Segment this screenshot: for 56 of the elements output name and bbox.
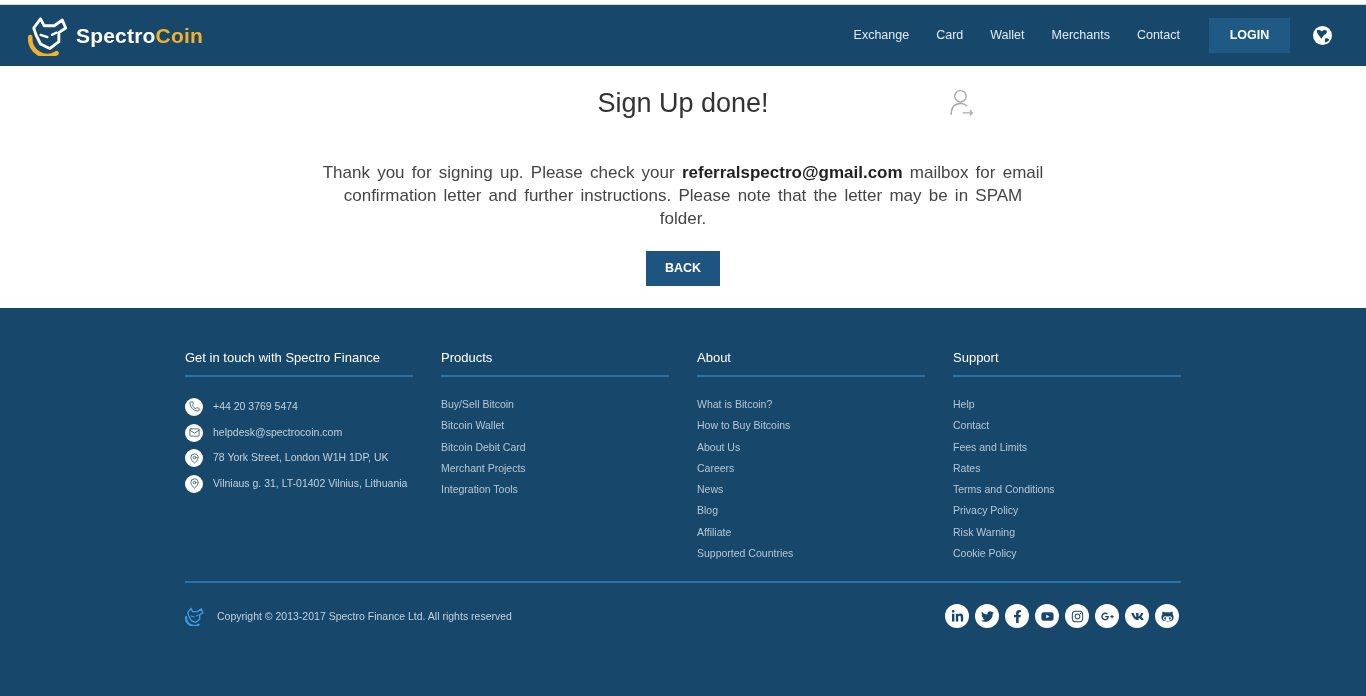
footer-link[interactable]: News [697,479,724,501]
youtube-icon[interactable] [1035,604,1059,629]
facebook-icon[interactable] [1005,604,1029,629]
github-icon[interactable] [1155,604,1179,629]
footer-link[interactable]: Terms and Conditions [953,479,1055,501]
nav-link[interactable]: Card [936,26,964,45]
phone-icon [185,397,203,416]
logo-wordmark[interactable]: SpectroCoin [76,19,204,52]
map-pin-icon [185,474,203,493]
instagram-icon[interactable] [1065,604,1089,629]
footer-link[interactable]: Supported Countries [697,543,794,565]
footer-link[interactable]: Integration Tools [441,479,518,501]
footer-link[interactable]: Rates [953,457,981,480]
copyright-text: Copyright © 2013-2017 Spectro Finance Ltd. All rights reserved [217,608,512,624]
login-button[interactable]: LOGIN [1209,18,1290,53]
contact-text[interactable]: helpdesk@spectrocoin.com [213,424,343,441]
footer-link[interactable]: Bitcoin Debit Card [441,436,526,458]
footer-link[interactable]: Cookie Policy [953,543,1017,565]
footer-link[interactable]: How to Buy Bitcoins [697,415,791,437]
column-heading: Support [953,350,999,366]
confirmation-message: Thank you for signing up. Please check your referralspectro@gmail.com mailbox for email confirmation letter and further instructions. Please note that the letter may be in SPAM folder. [321,162,1045,230]
footer-link[interactable]: Risk Warning [953,521,1016,544]
nav-link[interactable]: Merchants [1051,26,1110,45]
bull-logo-icon[interactable] [28,15,68,56]
footer-link[interactable]: Affiliate [697,521,732,544]
footer-link[interactable]: Buy/Sell Bitcoin [441,394,514,416]
page-title: Sign Up done! [597,87,769,119]
nav-link[interactable]: Wallet [990,26,1025,45]
footer-link[interactable]: What is Bitcoin? [697,394,773,416]
footer-link[interactable]: Merchant Projects [441,457,526,480]
nav-link[interactable]: Exchange [853,26,910,45]
column-heading: About [697,350,731,366]
footer-link[interactable]: Blog [697,500,718,522]
twitter-icon[interactable] [975,604,999,629]
footer-link[interactable]: Privacy Policy [953,500,1019,522]
bull-logo-icon [185,606,204,626]
contact-text: Vilniaus g. 31, LT-01402 Vilnius, Lithuania [213,476,408,492]
footer-link[interactable]: Help [953,394,975,416]
user-arrow-icon [949,89,974,117]
footer-link[interactable]: Bitcoin Wallet [441,415,505,437]
linkedin-icon[interactable] [945,604,969,629]
envelope-icon [185,423,203,442]
column-heading: Products [441,350,493,366]
back-button[interactable]: BACK [646,251,720,286]
footer-link[interactable]: Contact [953,415,990,437]
contact-text: +44 20 3769 5474 [213,398,298,414]
contact-text: 78 York Street, London W1H 1DP, UK [213,450,389,466]
map-pin-icon [185,449,203,468]
google-plus-icon[interactable] [1095,604,1119,629]
footer-link[interactable]: Careers [697,457,735,480]
footer-link[interactable]: Fees and Limits [953,436,1028,458]
nav-link[interactable]: Contact [1136,26,1180,45]
vk-icon[interactable] [1125,604,1149,629]
footer-link[interactable]: About Us [697,436,741,458]
column-heading: Get in touch with Spectro Finance [185,350,381,366]
globe-icon[interactable] [1313,26,1332,45]
